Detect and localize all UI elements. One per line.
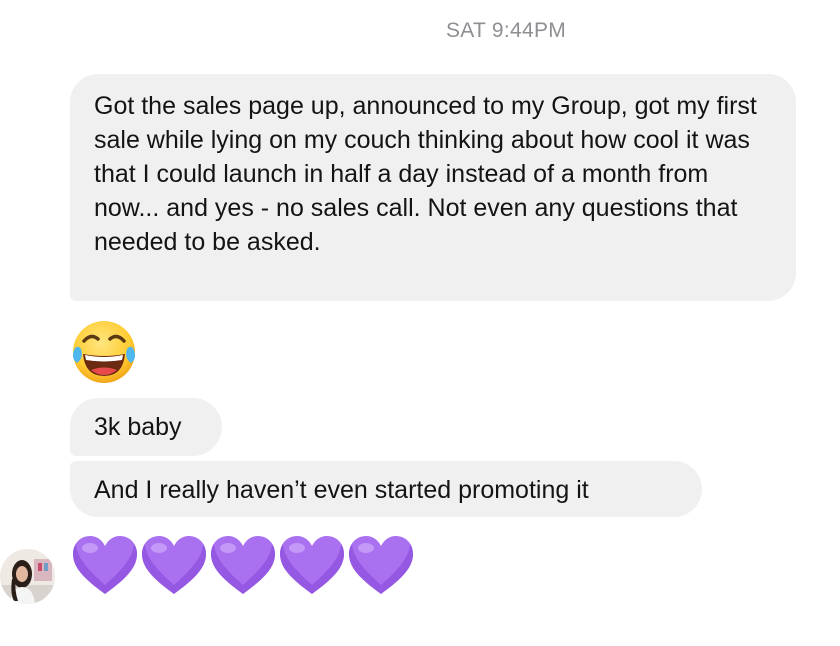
face-with-tears-of-joy-icon[interactable] [71,318,137,384]
message-text: 3k baby [94,413,182,441]
purple-heart-icon [349,536,413,594]
message-text: And I really haven’t even started promot… [94,476,589,504]
timestamp: SAT 9:44PM [445,19,567,42]
message-bubble[interactable]: 3k baby [70,398,222,456]
message-bubble[interactable]: Got the sales page up, announced to my G… [70,74,796,301]
purple-hearts-message[interactable] [71,534,416,600]
sender-avatar[interactable] [0,549,55,604]
message-bubble[interactable]: And I really haven’t even started promot… [70,461,702,517]
purple-heart-icon [73,536,137,594]
purple-heart-icon [280,536,344,594]
message-text: Got the sales page up, announced to my G… [94,92,757,256]
purple-heart-icon [142,536,206,594]
purple-heart-icon [211,536,275,594]
